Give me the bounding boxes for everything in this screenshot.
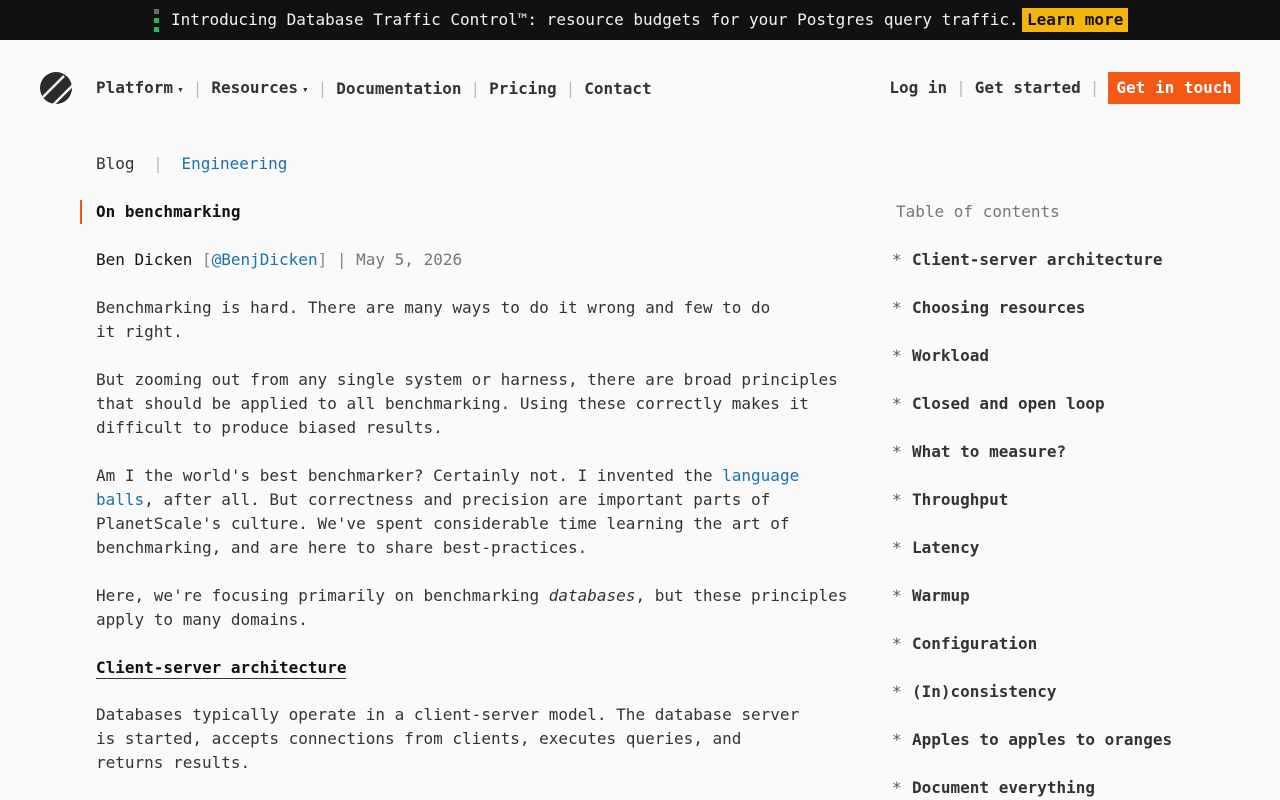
paragraph: Here, we're focusing primarily on benchm… bbox=[96, 586, 848, 629]
author-name: Ben Dicken bbox=[96, 250, 193, 269]
toc-item[interactable]: * Apples to apples to oranges bbox=[892, 728, 1256, 752]
toc-link[interactable]: Throughput bbox=[912, 488, 1008, 512]
section-heading-client-server[interactable]: Client-server architecture bbox=[96, 658, 347, 679]
nav-separator: | bbox=[956, 78, 966, 97]
bracket: [ bbox=[201, 250, 212, 269]
toc-item[interactable]: * Client-server architecture bbox=[892, 248, 1256, 272]
toc-link[interactable]: Configuration bbox=[912, 632, 1037, 656]
toc-link[interactable]: Closed and open loop bbox=[912, 392, 1105, 416]
paragraph: But zooming out from any single system o… bbox=[96, 370, 838, 437]
breadcrumb-engineering[interactable]: Engineering bbox=[181, 154, 287, 173]
toc-item[interactable]: * Throughput bbox=[892, 488, 1256, 512]
breadcrumb-blog[interactable]: Blog bbox=[96, 154, 135, 173]
bracket: ] bbox=[317, 250, 328, 269]
toc-link[interactable]: Warmup bbox=[912, 584, 970, 608]
paragraph: Benchmarking is hard. There are many way… bbox=[96, 298, 771, 341]
toc-link[interactable]: (In)consistency bbox=[912, 680, 1057, 704]
paragraph: Databases typically operate in a client-… bbox=[96, 705, 800, 772]
toc-link[interactable]: Client-server architecture bbox=[912, 248, 1162, 272]
learn-more-button[interactable]: Learn more bbox=[1022, 8, 1129, 32]
toc-link[interactable]: Apples to apples to oranges bbox=[912, 728, 1172, 752]
nav-contact[interactable]: Contact bbox=[584, 77, 651, 101]
author-handle-link[interactable]: @BenjDicken bbox=[212, 250, 318, 269]
toc-item[interactable]: * Latency bbox=[892, 536, 1256, 560]
banner-status-icon bbox=[154, 9, 159, 32]
emphasis: databases bbox=[548, 586, 636, 605]
toc-link[interactable]: Choosing resources bbox=[912, 296, 1085, 320]
byline: Ben Dicken [@BenjDicken] | May 5, 2026 bbox=[96, 248, 462, 272]
planetscale-logo-icon[interactable] bbox=[40, 72, 72, 104]
nav-resources[interactable]: Resources ▾ bbox=[211, 76, 308, 102]
breadcrumb: Blog | Engineering bbox=[96, 152, 287, 176]
title-accent-bar bbox=[80, 200, 82, 224]
toc-link[interactable]: Document everything bbox=[912, 776, 1095, 800]
banner-text: Introducing Database Traffic Control™: r… bbox=[171, 10, 1019, 29]
table-of-contents: Table of contents * Client-server archite… bbox=[892, 200, 1256, 800]
main-nav: Platform ▾ | Resources ▾ | Documentation |… bbox=[96, 76, 652, 102]
article-body: Benchmarking is hard. There are many way… bbox=[96, 296, 856, 799]
get-started-link[interactable]: Get started bbox=[975, 76, 1081, 100]
nav-separator: | bbox=[1089, 78, 1100, 97]
get-in-touch-button[interactable]: Get in touch bbox=[1108, 72, 1240, 104]
post-title: On benchmarking bbox=[96, 202, 241, 221]
toc-link[interactable]: Workload bbox=[912, 344, 989, 368]
chevron-down-icon: ▾ bbox=[177, 83, 184, 96]
toc-link[interactable]: Latency bbox=[912, 536, 979, 560]
nav-platform[interactable]: Platform ▾ bbox=[96, 76, 184, 102]
paragraph: Am I the world's best benchmarker? Certa… bbox=[96, 466, 800, 557]
nav-separator: | bbox=[470, 79, 481, 98]
nav-separator: | bbox=[317, 79, 328, 98]
toc-item[interactable]: * Closed and open loop bbox=[892, 392, 1256, 416]
nav-documentation[interactable]: Documentation bbox=[336, 77, 461, 101]
nav-pricing[interactable]: Pricing bbox=[489, 77, 556, 101]
chevron-down-icon: ▾ bbox=[302, 83, 309, 96]
announcement-banner: Introducing Database Traffic Control™: r… bbox=[0, 0, 1280, 40]
toc-item[interactable]: * (In)consistency bbox=[892, 680, 1256, 704]
toc-item[interactable]: * Configuration bbox=[892, 632, 1256, 656]
toc-item[interactable]: * Choosing resources bbox=[892, 296, 1256, 320]
toc-item[interactable]: * Workload bbox=[892, 344, 1256, 368]
toc-item[interactable]: * What to measure? bbox=[892, 440, 1256, 464]
nav-separator: | bbox=[565, 79, 576, 98]
login-link[interactable]: Log in bbox=[889, 76, 947, 100]
toc-item[interactable]: * Document everything bbox=[892, 776, 1256, 800]
toc-item[interactable]: * Warmup bbox=[892, 584, 1256, 608]
post-date: May 5, 2026 bbox=[356, 250, 463, 269]
byline-separator: | bbox=[336, 250, 347, 269]
account-nav: Log in | Get started | Get in touch bbox=[889, 72, 1240, 104]
breadcrumb-separator: | bbox=[153, 154, 163, 173]
toc-link[interactable]: What to measure? bbox=[912, 440, 1066, 464]
nav-separator: | bbox=[192, 79, 203, 98]
toc-title: Table of contents bbox=[896, 202, 1060, 221]
